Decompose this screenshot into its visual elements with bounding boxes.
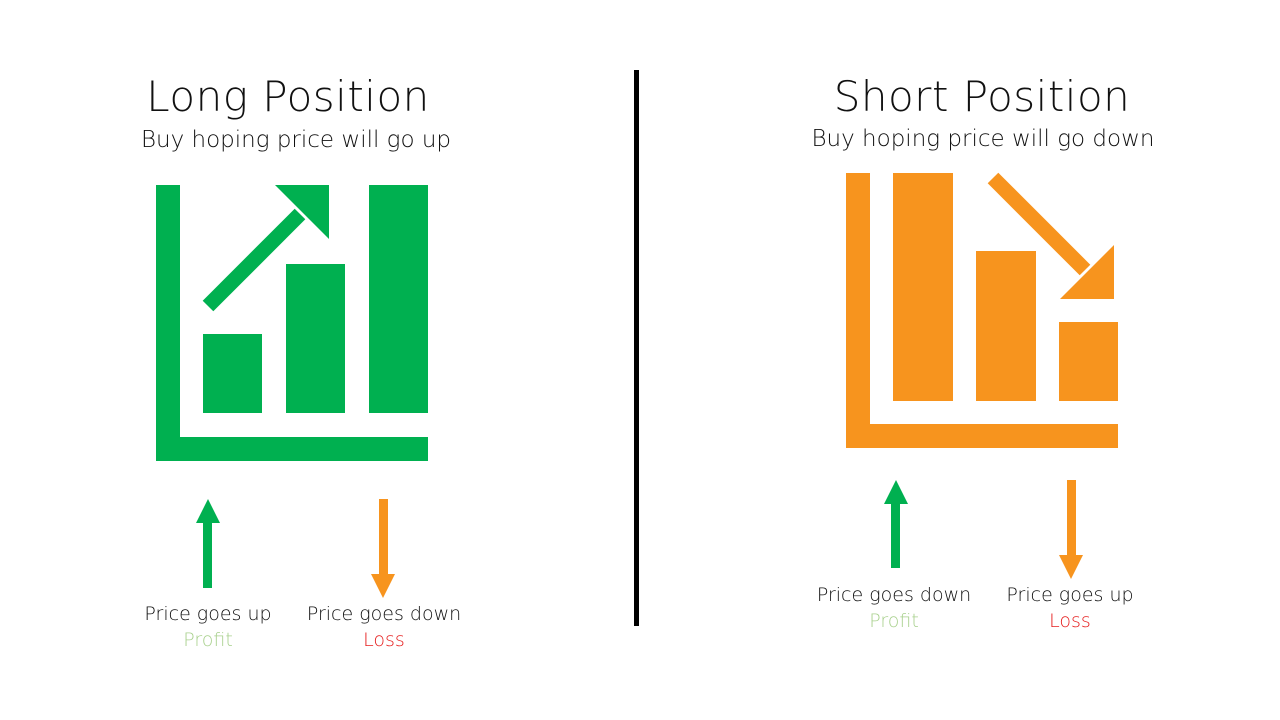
- short-outcome-caption-up: Price goes up: [1006, 584, 1134, 606]
- short-outcome-result-loss: Loss: [1049, 610, 1091, 632]
- short-outcome-result-profit: Profit: [869, 610, 919, 632]
- short-outcome-caption-down: Price goes down: [816, 584, 972, 606]
